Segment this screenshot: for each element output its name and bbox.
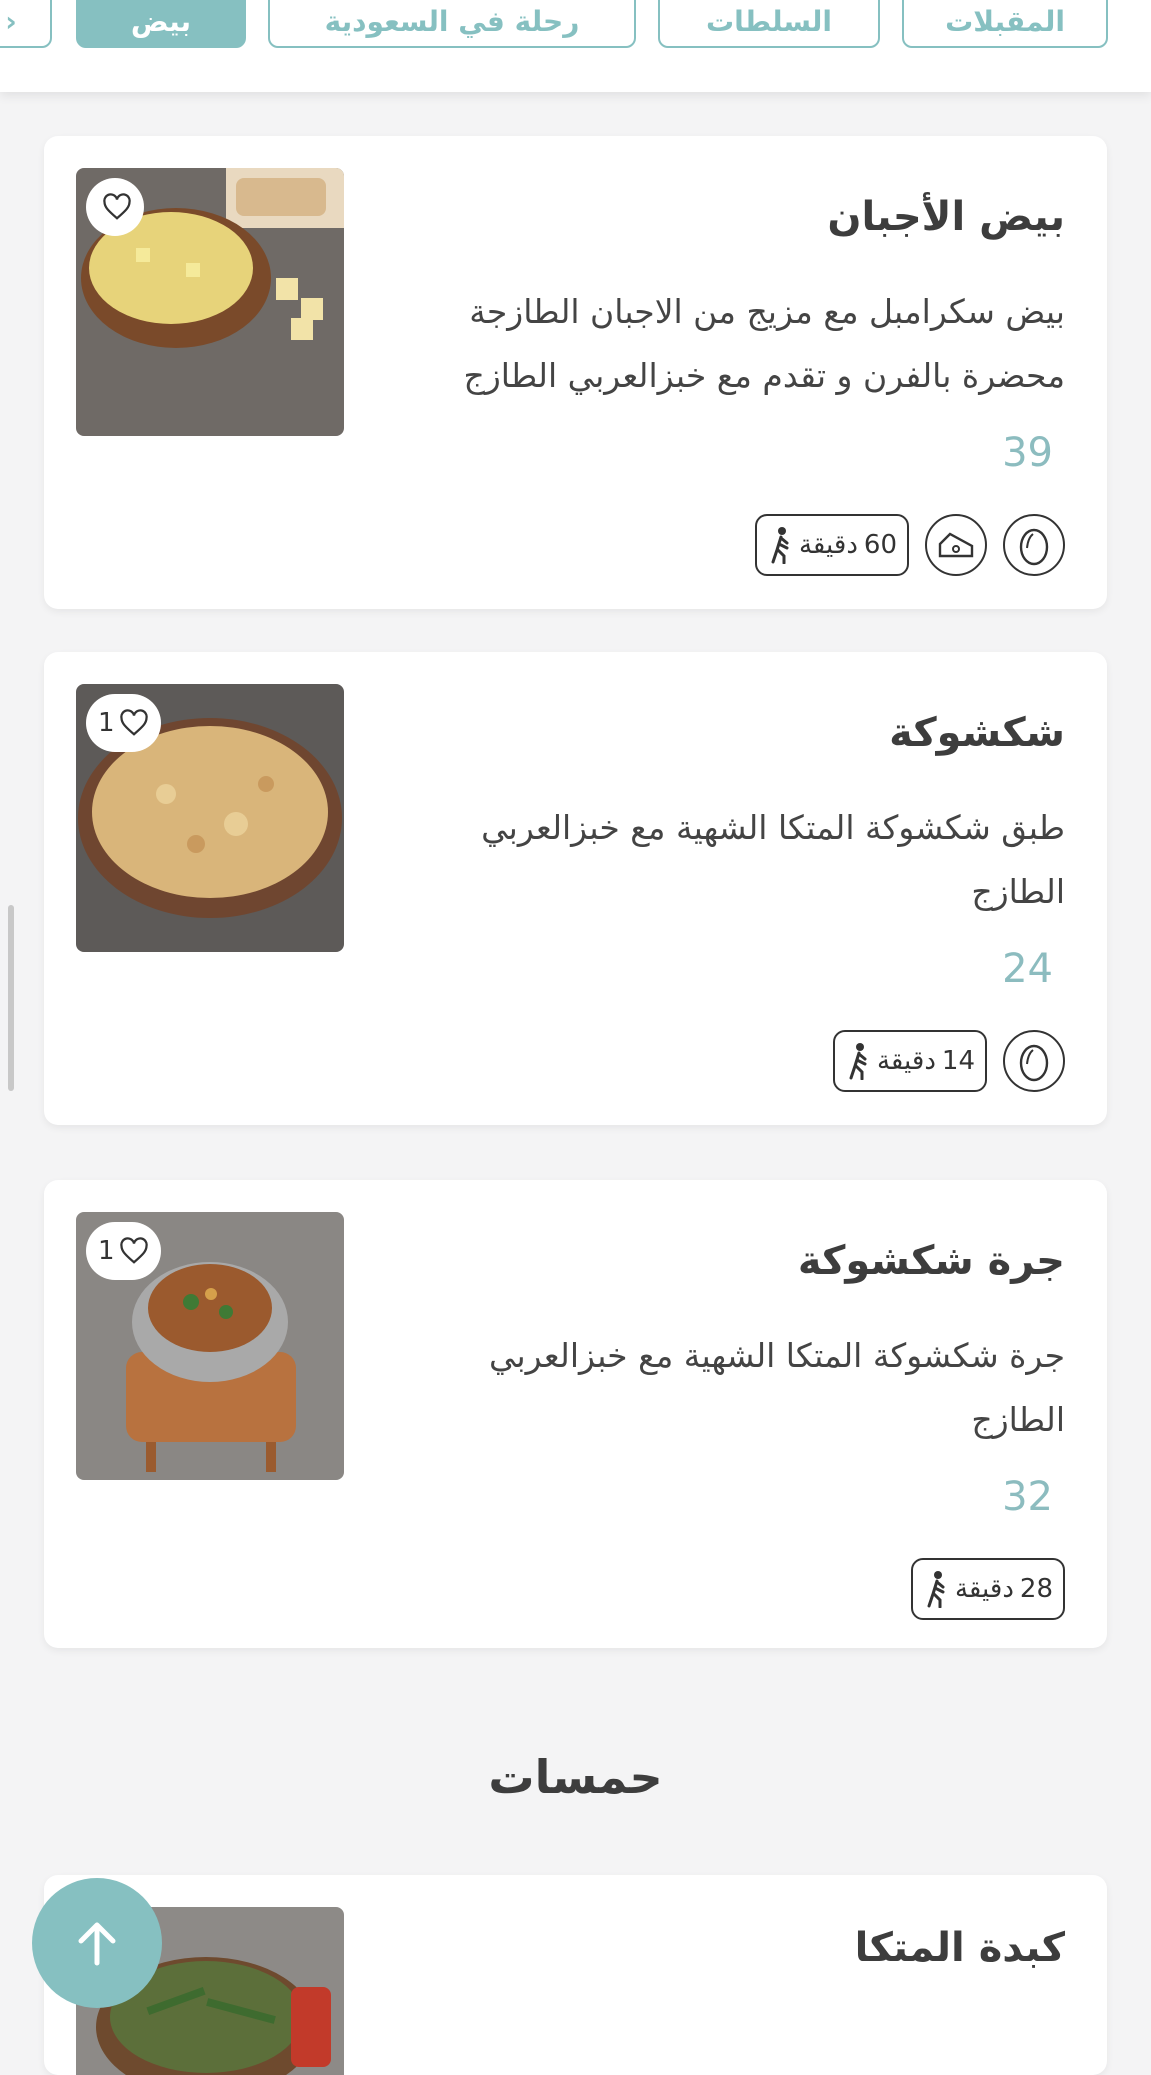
- cheese-icon: [925, 514, 987, 576]
- category-chip-saudi-trip[interactable]: رحلة في السعودية: [268, 0, 636, 48]
- menu-item-card[interactable]: 1 جرة شكشوكة جرة شكشوكة المتكا الشهية مع…: [44, 1180, 1107, 1648]
- item-title: كبدة المتكا: [854, 1925, 1065, 1971]
- item-title: جرة شكشوكة: [797, 1238, 1065, 1284]
- category-bar: ‹ بيض رحلة في السعودية السلطات المقبلات: [0, 0, 1151, 92]
- egg-icon: [1003, 514, 1065, 576]
- favorite-button[interactable]: [86, 178, 144, 236]
- category-chip-salads[interactable]: السلطات: [658, 0, 880, 48]
- item-description: جرة شكشوكة المتكا الشهية مع خبزالعربي ال…: [488, 1336, 1065, 1439]
- walking-person-icon: [849, 1043, 867, 1080]
- menu-item-image: [76, 168, 344, 436]
- arrow-up-icon: [78, 1922, 116, 1966]
- egg-icon: [1003, 1030, 1065, 1092]
- prep-time-unit: دقيقة: [798, 530, 858, 560]
- section-title: حمسات: [488, 1750, 663, 1804]
- prep-time-value: 60: [863, 530, 897, 560]
- walking-person-icon: [771, 527, 789, 564]
- chevron-left-button[interactable]: ‹: [0, 0, 52, 48]
- menu-item-card[interactable]: 1 شكشوكة طبق شكشوكة المتكا الشهية مع خبز…: [44, 652, 1107, 1125]
- heart-icon: [103, 193, 131, 220]
- heart-icon: [119, 1237, 148, 1264]
- prep-time-badge: دقيقة 28: [910, 1558, 1065, 1620]
- scrollbar[interactable]: [8, 905, 14, 1091]
- favorite-button[interactable]: 1: [86, 1222, 161, 1280]
- item-tags: دقيقة 28: [910, 1558, 1065, 1620]
- walking-person-icon: [927, 1571, 945, 1608]
- favorite-count: 1: [98, 708, 115, 738]
- prep-time-value: 14: [941, 1046, 975, 1076]
- prep-time-badge: دقيقة 60: [754, 514, 909, 576]
- menu-item-image: 1: [76, 684, 344, 952]
- heart-icon: [119, 709, 148, 736]
- favorite-count: 1: [98, 1236, 115, 1266]
- menu-item-card[interactable]: بيض الأجبان بيض سكرامبل مع مزيج من الاجب…: [44, 136, 1107, 609]
- prep-time-value: 28: [1019, 1574, 1053, 1604]
- menu-item-image: 1: [76, 1212, 344, 1480]
- item-price: 24: [1002, 946, 1053, 992]
- menu-item-card[interactable]: كبدة المتكا: [44, 1875, 1107, 2075]
- item-title: شكشوكة: [889, 710, 1065, 756]
- scroll-to-top-button[interactable]: [32, 1878, 162, 2008]
- item-description: بيض سكرامبل مع مزيج من الاجبان الطازجة م…: [463, 292, 1065, 395]
- item-tags: دقيقة 60: [754, 514, 1065, 576]
- category-chip-eggs[interactable]: بيض: [76, 0, 246, 48]
- prep-time-badge: دقيقة 14: [832, 1030, 987, 1092]
- item-price: 39: [1002, 430, 1053, 476]
- item-price: 32: [1002, 1474, 1053, 1520]
- category-chip-appetizers[interactable]: المقبلات: [902, 0, 1108, 48]
- favorite-button[interactable]: 1: [86, 694, 161, 752]
- item-description: طبق شكشوكة المتكا الشهية مع خبزالعربي ال…: [481, 808, 1065, 911]
- prep-time-unit: دقيقة: [954, 1574, 1014, 1604]
- prep-time-unit: دقيقة: [876, 1046, 936, 1076]
- item-title: بيض الأجبان: [827, 194, 1065, 240]
- item-tags: دقيقة 14: [832, 1030, 1065, 1092]
